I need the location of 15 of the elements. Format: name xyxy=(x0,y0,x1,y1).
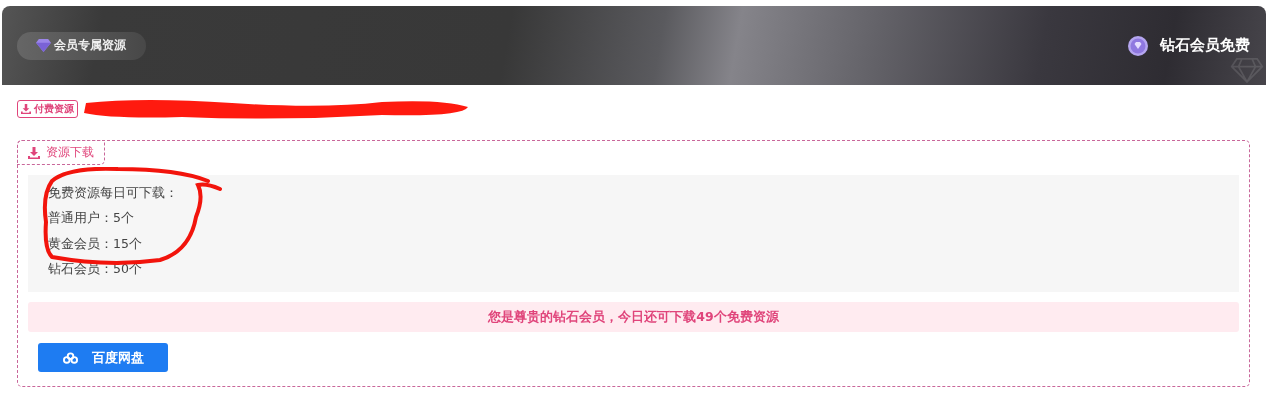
download-icon xyxy=(28,146,40,159)
notice-text: 您是尊贵的钻石会员，今日还可下载49个免费资源 xyxy=(488,308,779,326)
badge-label: 会员专属资源 xyxy=(54,37,126,54)
limit-text: 普通用户：5个 xyxy=(48,209,135,228)
limit-text: 免费资源每日可下载： xyxy=(48,184,179,202)
vip-label: 钻石会员免费 xyxy=(1160,36,1250,55)
cloud-icon xyxy=(62,351,78,364)
legend-label: 资源下载 xyxy=(46,144,94,161)
diamond-icon xyxy=(1230,57,1264,83)
diamond-icon xyxy=(1128,35,1148,56)
diamond-icon xyxy=(36,39,51,52)
limit-text: 黄金会员：15个 xyxy=(48,234,143,253)
download-icon xyxy=(21,104,31,114)
baidu-pan-button[interactable]: 百度网盘 xyxy=(38,343,168,373)
tag-label: 付费资源 xyxy=(34,102,74,116)
